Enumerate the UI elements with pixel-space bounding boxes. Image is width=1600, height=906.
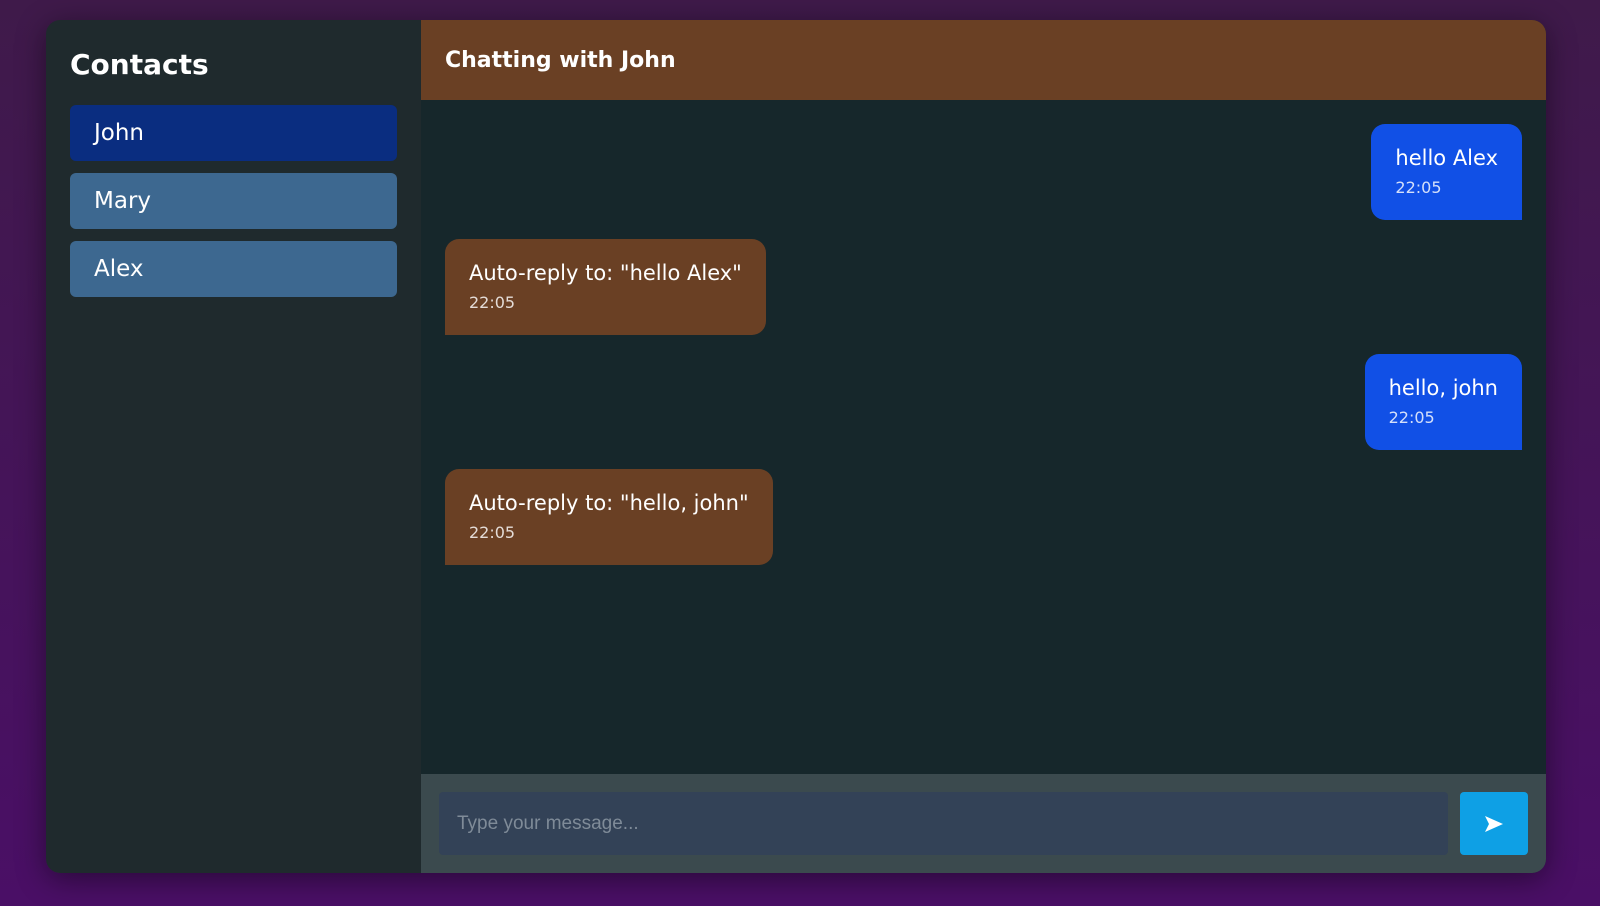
message-list[interactable]: hello Alex 22:05 Auto-reply to: "hello A…: [421, 100, 1546, 774]
message-time: 22:05: [1388, 408, 1435, 427]
message-input[interactable]: [439, 792, 1448, 855]
chat-title: Chatting with John: [445, 47, 676, 73]
received-message: Auto-reply to: "hello Alex" 22:05: [445, 239, 766, 335]
message-time: 22:05: [1395, 178, 1442, 197]
contacts-sidebar: Contacts John Mary Alex: [46, 20, 421, 873]
message-text: Auto-reply to: "hello Alex": [469, 261, 742, 285]
message-composer: [421, 774, 1546, 873]
message-time: 22:05: [469, 293, 516, 312]
contact-name: Alex: [94, 256, 144, 282]
chat-panel: Chatting with John hello Alex 22:05 Auto…: [421, 20, 1546, 873]
received-message: Auto-reply to: "hello, john" 22:05: [445, 469, 773, 565]
contact-name: Mary: [94, 188, 152, 214]
contact-item-john[interactable]: John: [70, 105, 397, 161]
contact-name: John: [94, 120, 145, 146]
chat-header: Chatting with John: [421, 20, 1546, 100]
send-button[interactable]: [1460, 792, 1528, 855]
send-arrow-icon: [1484, 815, 1504, 833]
message-text: hello, john: [1388, 376, 1498, 400]
contacts-title: Contacts: [70, 48, 209, 81]
sent-message: hello, john 22:05: [1364, 354, 1522, 450]
message-text: hello Alex: [1395, 146, 1498, 170]
contact-item-alex[interactable]: Alex: [70, 241, 397, 297]
message-text: Auto-reply to: "hello, john": [469, 491, 749, 515]
contact-item-mary[interactable]: Mary: [70, 173, 397, 229]
message-time: 22:05: [469, 523, 516, 542]
chat-app-window: Contacts John Mary Alex Chatting with Jo…: [46, 20, 1546, 873]
sent-message: hello Alex 22:05: [1371, 124, 1522, 220]
